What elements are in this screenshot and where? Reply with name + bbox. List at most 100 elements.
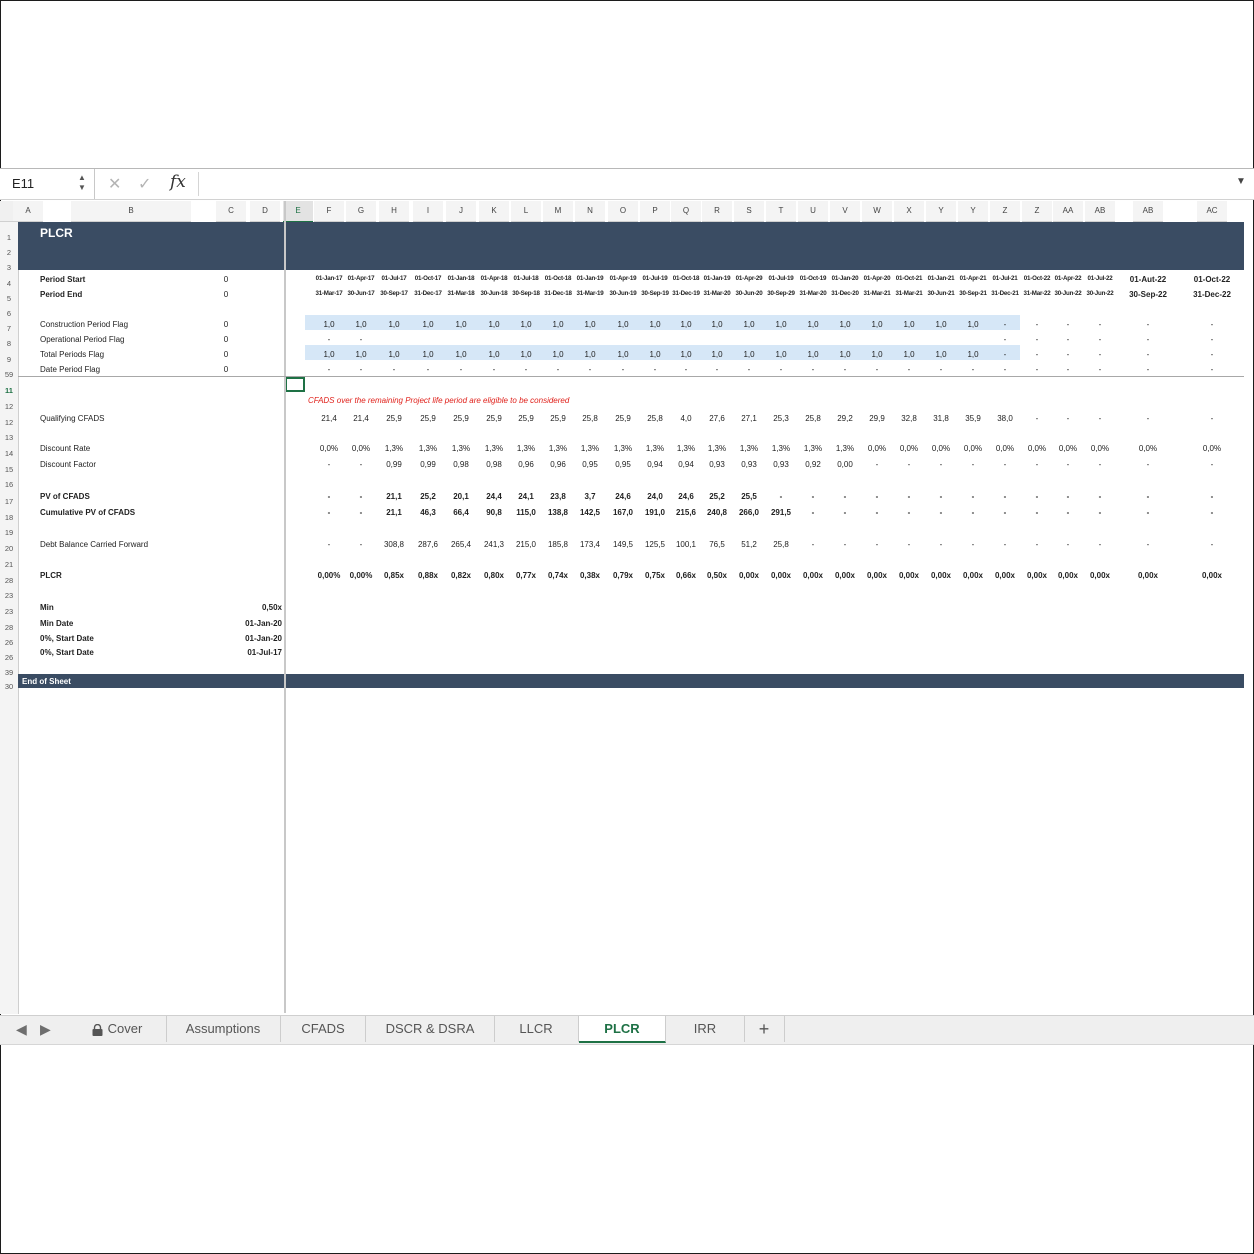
cell-period-start[interactable]: 01-Jan-19 bbox=[700, 275, 734, 282]
cell-debt-balance[interactable]: 51,2 bbox=[733, 540, 765, 549]
cell-period-start[interactable]: 01-Jan-17 bbox=[312, 275, 346, 282]
cell-pv-cfads[interactable]: 3,7 bbox=[574, 492, 606, 501]
cell-period-start[interactable]: 01-Jul-17 bbox=[377, 275, 411, 282]
cell-discount-rate[interactable]: 1,3% bbox=[412, 444, 444, 453]
cell-cum-pv-cfads[interactable]: 142,5 bbox=[574, 508, 606, 517]
cell-plcr[interactable]: 0,00x bbox=[925, 571, 957, 580]
summary-value[interactable]: 01-Jan-20 bbox=[222, 619, 282, 628]
cell-qualifying-cfads[interactable]: 25,8 bbox=[797, 414, 829, 423]
cell-cum-pv-cfads[interactable]: - bbox=[1084, 508, 1116, 517]
column-c-value[interactable]: 0 bbox=[214, 350, 238, 359]
cell-construction-flag[interactable]: 1,0 bbox=[574, 320, 606, 329]
cell-construction-flag[interactable]: 1,0 bbox=[893, 320, 925, 329]
cell-cum-pv-cfads[interactable]: - bbox=[989, 508, 1021, 517]
cell-discount-rate[interactable]: 1,3% bbox=[574, 444, 606, 453]
cell-plcr[interactable]: 0,85x bbox=[378, 571, 410, 580]
cell-qualifying-cfads[interactable]: 25,9 bbox=[510, 414, 542, 423]
cell-date-flag[interactable]: - bbox=[701, 365, 733, 374]
row-header[interactable]: 23 bbox=[0, 607, 18, 616]
cell-debt-balance[interactable]: - bbox=[925, 540, 957, 549]
cell-discount-factor[interactable]: 0,93 bbox=[733, 460, 765, 469]
column-header-g[interactable]: G bbox=[346, 201, 376, 222]
row-header[interactable]: 1 bbox=[0, 233, 18, 242]
add-sheet-button[interactable]: + bbox=[744, 1016, 785, 1042]
column-header-u[interactable]: U bbox=[798, 201, 828, 222]
column-header-y[interactable]: Y bbox=[958, 201, 988, 222]
cell-debt-balance[interactable]: - bbox=[1052, 540, 1084, 549]
cell-period-end[interactable]: 31-Mar-18 bbox=[444, 290, 478, 297]
cell-plcr[interactable]: 0,00x bbox=[1125, 571, 1171, 580]
cell-pv-cfads[interactable]: - bbox=[1189, 492, 1235, 501]
row-header[interactable]: 5 bbox=[0, 294, 18, 303]
cell-period-end[interactable]: 31-Mar-19 bbox=[573, 290, 607, 297]
cell-qualifying-cfads[interactable]: 25,8 bbox=[574, 414, 606, 423]
cell-date-flag[interactable]: - bbox=[1125, 365, 1171, 374]
cell-total-flag[interactable]: 1,0 bbox=[510, 350, 542, 359]
row-header[interactable]: 19 bbox=[0, 528, 18, 537]
cell-period-end[interactable]: 31-Mar-21 bbox=[860, 290, 894, 297]
cell-plcr[interactable]: 0,75x bbox=[639, 571, 671, 580]
cell-discount-rate[interactable]: 0,0% bbox=[1125, 444, 1171, 453]
cell-discount-factor[interactable]: 0,96 bbox=[542, 460, 574, 469]
cell-date-flag[interactable]: - bbox=[478, 365, 510, 374]
cell-operational-flag[interactable]: - bbox=[345, 335, 377, 344]
row-header[interactable]: 39 bbox=[0, 668, 18, 677]
cell-plcr[interactable]: 0,82x bbox=[445, 571, 477, 580]
cell-total-flag[interactable]: 1,0 bbox=[733, 350, 765, 359]
cell-debt-balance[interactable]: 185,8 bbox=[542, 540, 574, 549]
cell-total-flag[interactable]: 1,0 bbox=[313, 350, 345, 359]
cell-period-end[interactable]: 31-Dec-22 bbox=[1186, 290, 1238, 299]
cell-construction-flag[interactable]: - bbox=[1084, 320, 1116, 329]
summary-value[interactable]: 01-Jan-20 bbox=[222, 634, 282, 643]
cell-period-start[interactable]: 01-Jul-19 bbox=[764, 275, 798, 282]
cell-debt-balance[interactable]: - bbox=[829, 540, 861, 549]
cell-period-end[interactable]: 31-Mar-20 bbox=[796, 290, 830, 297]
cell-discount-rate[interactable]: 0,0% bbox=[925, 444, 957, 453]
cell-pv-cfads[interactable]: - bbox=[765, 492, 797, 501]
cell-operational-flag[interactable]: - bbox=[1189, 335, 1235, 344]
cell-qualifying-cfads[interactable]: - bbox=[1125, 414, 1171, 423]
row-header[interactable]: 11 bbox=[0, 386, 18, 395]
cell-period-start[interactable]: 01-Oct-22 bbox=[1186, 275, 1238, 284]
column-header-y[interactable]: Y bbox=[926, 201, 956, 222]
row-header[interactable]: 9 bbox=[0, 355, 18, 364]
cell-total-flag[interactable]: 1,0 bbox=[829, 350, 861, 359]
cell-total-flag[interactable]: 1,0 bbox=[639, 350, 671, 359]
name-box-spinner-icon[interactable]: ▲ ▼ bbox=[78, 173, 86, 193]
cell-plcr[interactable]: 0,00x bbox=[829, 571, 861, 580]
cell-pv-cfads[interactable]: - bbox=[925, 492, 957, 501]
cell-plcr[interactable]: 0,80x bbox=[478, 571, 510, 580]
column-header-z[interactable]: Z bbox=[1022, 201, 1052, 222]
cell-period-end[interactable]: 30-Jun-17 bbox=[344, 290, 378, 297]
cell-construction-flag[interactable]: 1,0 bbox=[925, 320, 957, 329]
cell-discount-rate[interactable]: 1,3% bbox=[639, 444, 671, 453]
cell-discount-factor[interactable]: - bbox=[345, 460, 377, 469]
cell-construction-flag[interactable]: 1,0 bbox=[957, 320, 989, 329]
cell-cum-pv-cfads[interactable]: - bbox=[925, 508, 957, 517]
cell-total-flag[interactable]: 1,0 bbox=[670, 350, 702, 359]
cell-cum-pv-cfads[interactable]: 138,8 bbox=[542, 508, 574, 517]
cell-discount-rate[interactable]: 1,3% bbox=[378, 444, 410, 453]
cell-period-start[interactable]: 01-Oct-18 bbox=[669, 275, 703, 282]
cell-period-start[interactable]: 01-Oct-17 bbox=[411, 275, 445, 282]
cell-operational-flag[interactable]: - bbox=[1125, 335, 1171, 344]
row-header[interactable]: 23 bbox=[0, 591, 18, 600]
cell-discount-factor[interactable]: - bbox=[1125, 460, 1171, 469]
cell-debt-balance[interactable]: - bbox=[1021, 540, 1053, 549]
cell-period-start[interactable]: 01-Jan-20 bbox=[828, 275, 862, 282]
column-c-value[interactable]: 0 bbox=[214, 290, 238, 299]
cell-total-flag[interactable]: 1,0 bbox=[893, 350, 925, 359]
column-header-k[interactable]: K bbox=[479, 201, 509, 222]
cell-cum-pv-cfads[interactable]: - bbox=[345, 508, 377, 517]
column-header-z[interactable]: Z bbox=[990, 201, 1020, 222]
cell-construction-flag[interactable]: 1,0 bbox=[345, 320, 377, 329]
cell-date-flag[interactable]: - bbox=[829, 365, 861, 374]
cell-discount-rate[interactable]: 1,3% bbox=[733, 444, 765, 453]
cell-debt-balance[interactable]: - bbox=[345, 540, 377, 549]
cell-cum-pv-cfads[interactable]: - bbox=[797, 508, 829, 517]
cell-qualifying-cfads[interactable]: 25,8 bbox=[639, 414, 671, 423]
cell-qualifying-cfads[interactable]: - bbox=[1084, 414, 1116, 423]
cell-pv-cfads[interactable]: - bbox=[861, 492, 893, 501]
cell-pv-cfads[interactable]: - bbox=[893, 492, 925, 501]
column-header-w[interactable]: W bbox=[862, 201, 892, 222]
